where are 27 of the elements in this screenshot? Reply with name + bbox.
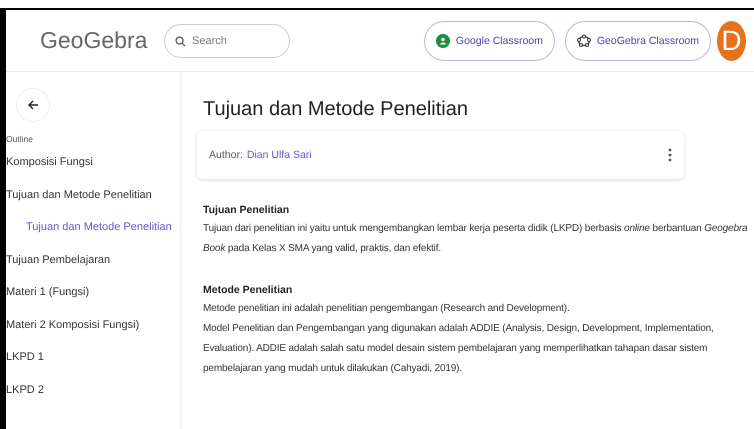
outline-item[interactable]: LKPD 1 — [6, 341, 180, 374]
search-icon — [175, 36, 186, 46]
search-field[interactable]: Search — [164, 24, 290, 58]
outline-item[interactable]: Tujuan Pembelajaran — [6, 244, 180, 276]
outline-item[interactable]: Tujuan dan Metode Penelitian — [6, 211, 180, 244]
section-heading: Metode Penelitian — [203, 283, 294, 298]
outline-item[interactable]: Tujuan dan Metode Penelitian — [6, 178, 180, 211]
outline-heading: Outline — [6, 134, 34, 146]
back-arrow-icon — [27, 99, 39, 111]
paragraph: Tujuan dari penelitian ini yaitu untuk mengembangkan lembar kerja peserta didik (LKPD) berbasis online berbantuan Geogebra Book pada Kelas X SMA yang valid, praktis, dan efektif. — [203, 222, 748, 256]
page-title: Tujuan dan Metode Penelitian — [203, 98, 469, 121]
outline-item[interactable]: LKPD 2 — [6, 374, 180, 406]
more-options-icon[interactable] — [668, 148, 672, 162]
people-icon — [436, 34, 450, 48]
back-button[interactable] — [16, 88, 50, 122]
section-heading: Tujuan Penelitian — [203, 203, 290, 218]
author-link[interactable]: Dian Ulfa Sari — [246, 149, 312, 161]
outline-item[interactable]: Materi 2 Komposisi Fungsi) — [6, 308, 180, 341]
logo[interactable]: GeoGebra — [40, 27, 164, 54]
outline-item[interactable]: Komposisi Fungsi — [6, 146, 180, 178]
classroom-button[interactable]: Google Classroom — [424, 20, 555, 60]
ellipse-points-icon — [576, 34, 591, 48]
outline-item[interactable]: Materi 1 (Fungsi) — [6, 276, 180, 308]
author-label: Author: — [209, 149, 243, 161]
paragraph: Model Penelitian dan Pengembangan yang digunakan adalah ADDIE (Analysis, Design, Development, Implementation, Evaluation). ADDIE adalah salah satu model desain sistem pembelajaran yang memperlihatkan tahapan dasar sistem pembelajaran yang mudah untuk dilakukan (Cahyadi, 2019). — [203, 322, 715, 376]
paragraph: Metode penelitian ini adalah penelitian pengembangan (Research and Development). — [203, 302, 571, 316]
classroom-button[interactable]: GeoGebra Classroom — [564, 20, 711, 60]
